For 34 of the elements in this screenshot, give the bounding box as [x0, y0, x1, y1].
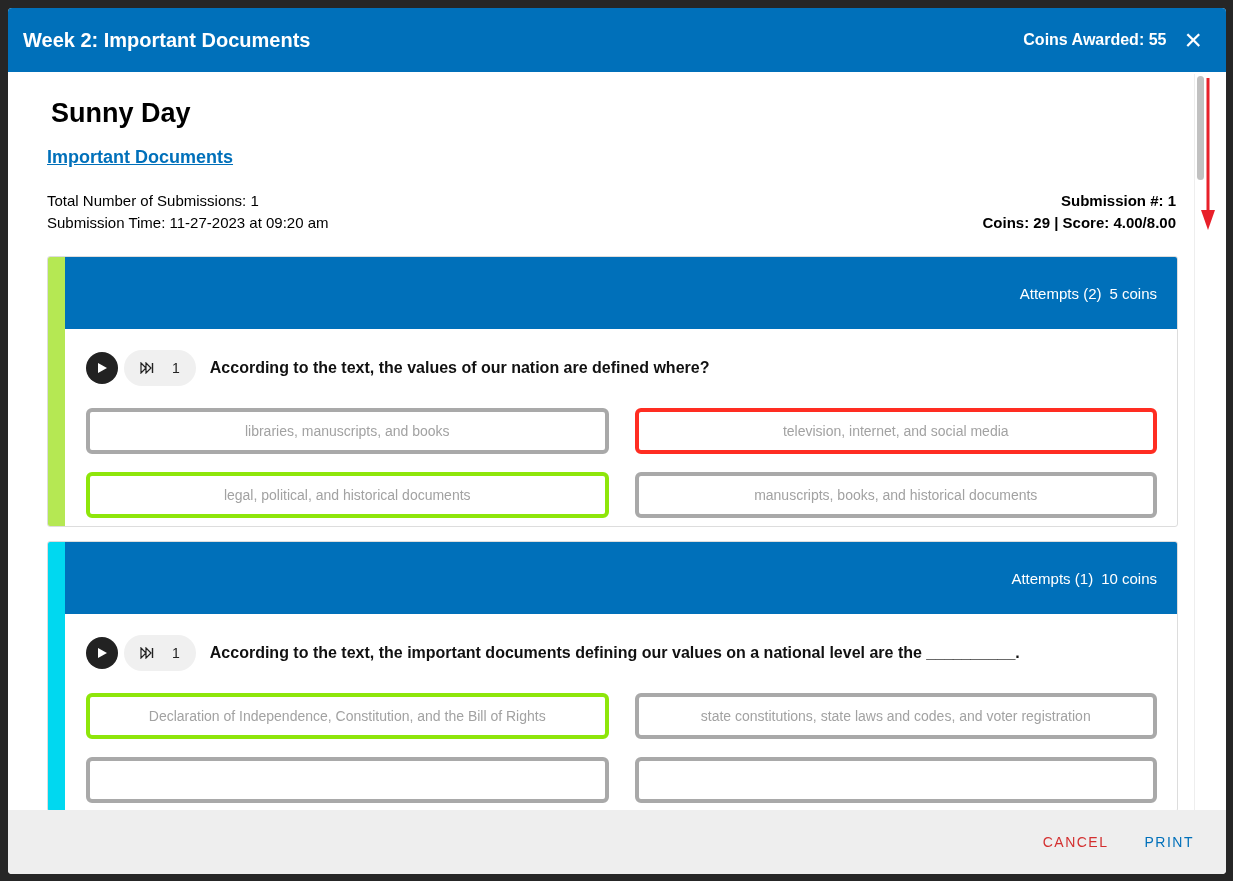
coins-count: 10 coins: [1101, 569, 1157, 587]
assignment-link[interactable]: Important Documents: [47, 147, 233, 167]
dialog-title: Week 2: Important Documents: [23, 28, 312, 52]
answer-option[interactable]: manuscripts, books, and historical documents: [634, 472, 1157, 518]
attempts-count: Attempts (2): [1019, 284, 1102, 302]
answer-option[interactable]: Declaration of Independence, Constitution, and the Bill of Rights: [86, 693, 609, 739]
answer-option[interactable]: libraries, manuscripts, and books: [86, 408, 609, 454]
play-button[interactable]: [86, 352, 118, 384]
speed-button[interactable]: 1: [124, 635, 196, 671]
cancel-button[interactable]: CANCEL: [1032, 828, 1119, 856]
submission-time: Submission Time: 11-27-2023 at 09:20 am: [47, 213, 329, 233]
answer-option[interactable]: television, internet, and social media: [634, 408, 1157, 454]
play-button[interactable]: [86, 637, 118, 669]
coins-count: 5 coins: [1109, 284, 1157, 302]
print-button[interactable]: PRINT: [1134, 828, 1204, 856]
answer-option[interactable]: state constitutions, state laws and codes, and voter registration: [634, 693, 1157, 739]
answer-option[interactable]: legal, political, and historical documents: [86, 472, 609, 518]
play-icon: [96, 362, 108, 374]
play-icon: [96, 647, 108, 659]
answer-option[interactable]: [86, 757, 609, 803]
question-text: According to the text, the values of our nation are defined where?: [209, 359, 710, 377]
submission-count: Total Number of Submissions: 1: [47, 191, 260, 211]
scrollbar[interactable]: [1194, 74, 1205, 810]
attempts-count: Attempts (1): [1011, 569, 1094, 587]
submission-number: Submission #: 1: [1059, 191, 1176, 211]
speed-button[interactable]: 1: [124, 350, 196, 386]
student-name: Sunny Day: [51, 98, 192, 129]
answer-option[interactable]: [634, 757, 1157, 803]
fast-forward-icon: [140, 362, 154, 374]
fast-forward-icon: [140, 647, 154, 659]
question-text: According to the text, the important documents defining our values on a national level are the __________.: [209, 644, 1020, 662]
coins-score: Coins: 29 | Score: 4.00/8.00: [982, 213, 1176, 233]
coins-awarded: Coins Awarded: 55: [1023, 31, 1167, 49]
close-button[interactable]: ×: [1184, 25, 1202, 55]
